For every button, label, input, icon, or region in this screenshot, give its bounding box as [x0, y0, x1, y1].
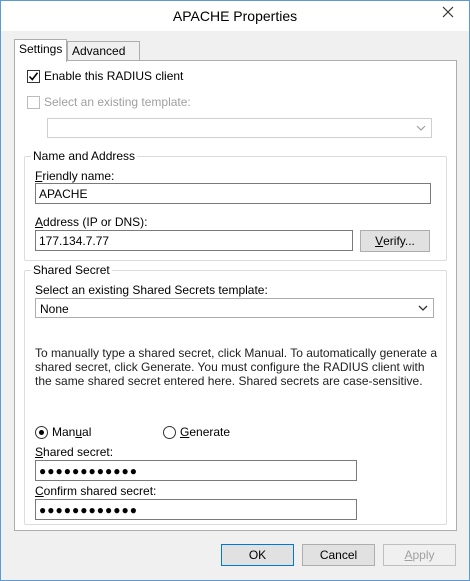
close-button[interactable]	[433, 1, 463, 23]
enable-client-label: Enable this RADIUS client	[44, 69, 184, 83]
shared-secret-label: Shared secret:	[35, 445, 114, 459]
tab-advanced[interactable]: Advanced	[67, 41, 140, 61]
settings-panel: Enable this RADIUS client Select an exis…	[14, 60, 457, 531]
address-label: Address (IP or DNS):	[35, 215, 148, 229]
shared-secret-template-label: Select an existing Shared Secrets templa…	[35, 283, 268, 297]
shared-secret-input[interactable]: ●●●●●●●●●●●●	[35, 460, 357, 481]
name-address-title: Name and Address	[31, 149, 138, 163]
generate-radio[interactable]: Generate	[163, 425, 230, 439]
tab-settings[interactable]: Settings	[14, 39, 67, 62]
checkmark-icon	[28, 71, 39, 81]
address-input[interactable]: 177.134.7.77	[35, 230, 353, 251]
window-title: APACHE Properties	[172, 8, 298, 24]
manual-radio[interactable]: Manual	[35, 425, 91, 439]
checkbox-box	[27, 95, 40, 109]
shared-secret-template-dropdown[interactable]: None	[35, 298, 434, 318]
manual-label: Manual	[52, 425, 92, 439]
verify-button[interactable]: Verify...	[360, 230, 430, 252]
radio-unselected	[163, 425, 176, 439]
shared-secret-title: Shared Secret	[31, 263, 112, 277]
generate-label: Generate	[180, 425, 231, 439]
checkbox-box	[27, 69, 40, 83]
properties-dialog: APACHE Properties Settings Advanced Enab…	[0, 0, 470, 581]
existing-template-label: Select an existing template:	[44, 95, 191, 109]
existing-template-checkbox[interactable]: Select an existing template:	[27, 95, 191, 109]
existing-template-dropdown[interactable]	[47, 118, 432, 138]
close-icon	[442, 6, 454, 18]
chevron-down-icon	[416, 125, 426, 131]
cancel-button[interactable]: Cancel	[302, 544, 375, 566]
radio-selected	[35, 425, 48, 439]
confirm-secret-input[interactable]: ●●●●●●●●●●●●	[35, 499, 357, 520]
confirm-secret-label: Confirm shared secret:	[35, 484, 157, 498]
enable-client-checkbox[interactable]: Enable this RADIUS client	[27, 69, 183, 83]
shared-secret-template-value: None	[40, 302, 69, 316]
ok-button[interactable]: OK	[221, 544, 294, 566]
friendly-name-label: Friendly name:	[35, 169, 115, 183]
friendly-name-input[interactable]: APACHE	[35, 183, 431, 204]
shared-secret-description: To manually type a shared secret, click …	[35, 346, 437, 388]
title-bar[interactable]: APACHE Properties	[1, 1, 469, 31]
apply-button[interactable]: Apply	[383, 544, 456, 566]
chevron-down-icon	[418, 305, 428, 311]
